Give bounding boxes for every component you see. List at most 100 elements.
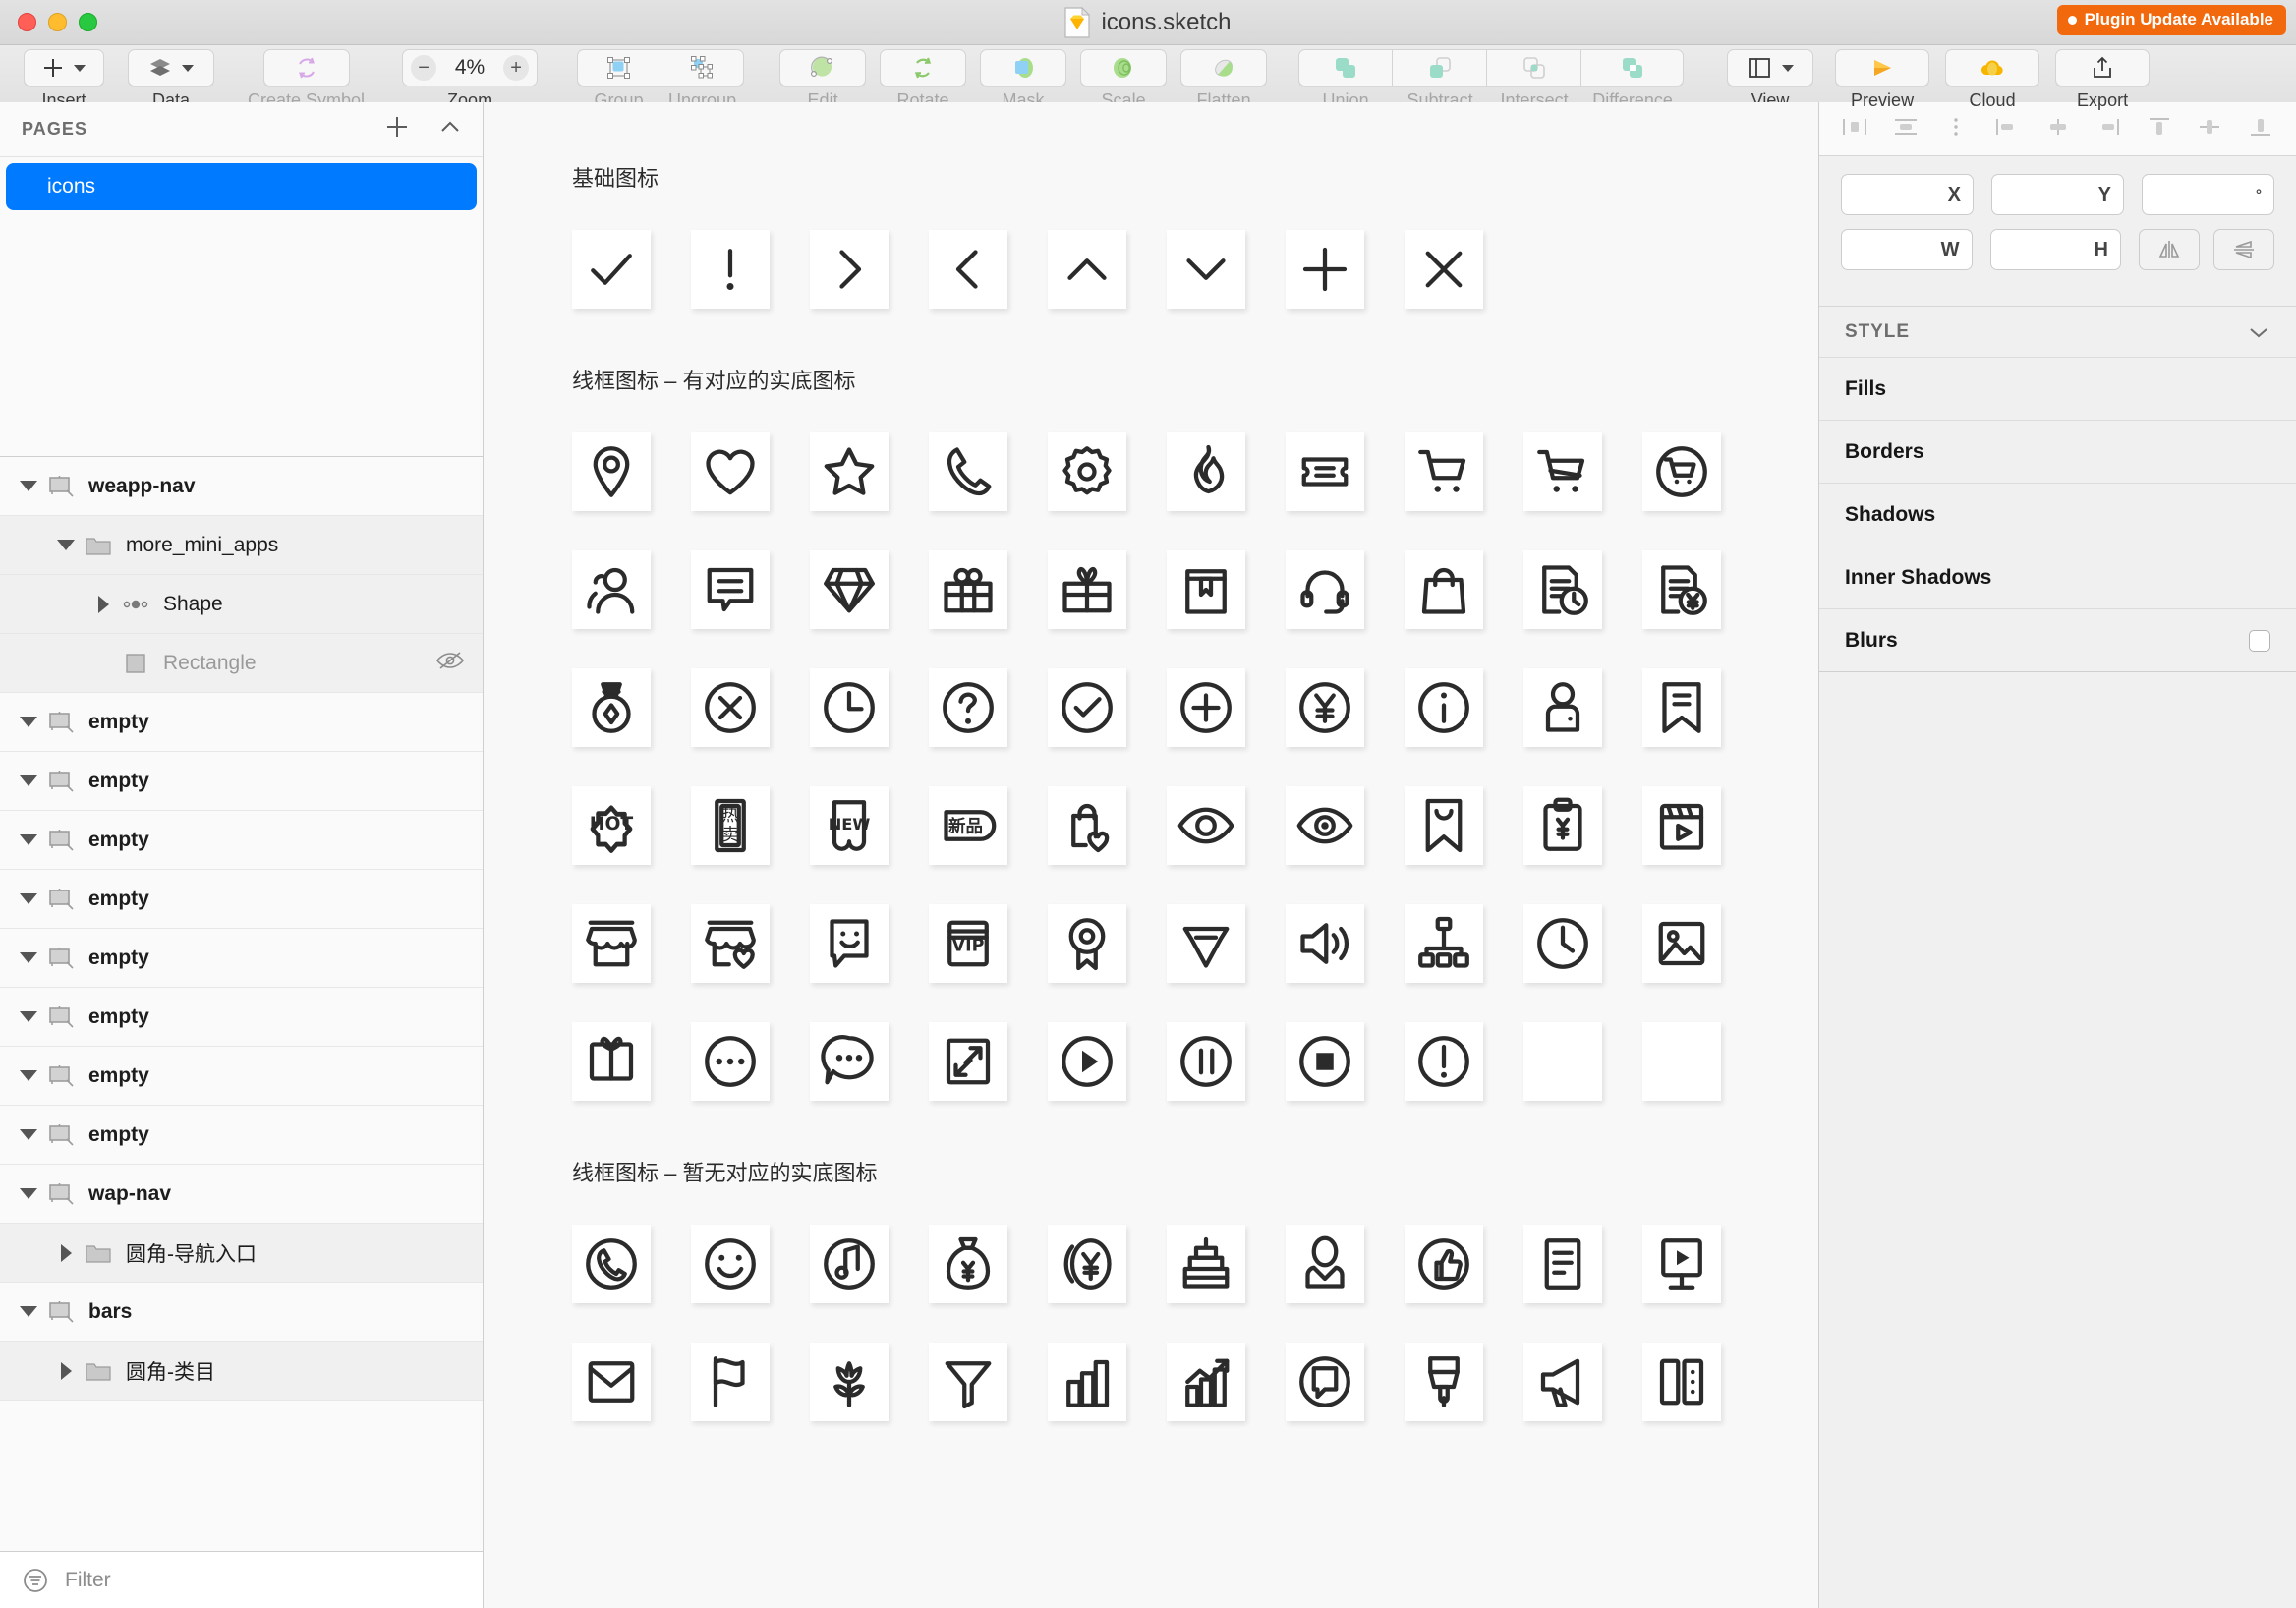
collapse-pages-button[interactable] [439,119,461,140]
icon-tile-megaphone[interactable] [1523,1343,1602,1421]
icon-tile-doc-clock[interactable] [1523,550,1602,629]
layer-row[interactable]: empty [0,870,483,929]
icon-tile-shop[interactable] [572,904,651,983]
icon-tile-bag-heart[interactable] [1048,786,1126,865]
layer-disclosure-toggle[interactable] [16,893,41,904]
icon-tile-chat-dots[interactable] [810,1022,889,1101]
icon-tile-expand[interactable] [929,1022,1007,1101]
icon-tile-comment[interactable] [691,550,770,629]
mask-button[interactable] [980,49,1066,86]
y-field[interactable]: Y [1991,174,2124,215]
add-page-button[interactable] [384,114,410,144]
cloud-button[interactable] [1945,49,2039,86]
icon-tile-plus[interactable] [1286,230,1364,309]
icon-tile-sitemap[interactable] [1405,904,1483,983]
icon-tile-chat-square-circle[interactable] [1286,1343,1364,1421]
layer-disclosure-toggle[interactable] [16,717,41,727]
icon-tile-ticket[interactable] [1286,432,1364,511]
layer-row[interactable]: more_mini_apps [0,516,483,575]
zoom-in-button[interactable]: + [503,55,529,81]
minimize-window-button[interactable] [48,13,67,31]
scale-button[interactable] [1080,49,1167,86]
style-section-header[interactable]: STYLE [1819,307,2296,358]
icon-tile-close-x[interactable] [1405,230,1483,309]
icon-tile-flame[interactable] [1167,432,1245,511]
flip-vertical-button[interactable] [2213,229,2274,270]
layer-disclosure-toggle[interactable] [16,481,41,491]
icon-tile-presentation[interactable] [1642,1225,1721,1303]
export-button[interactable] [2055,49,2150,86]
layer-filter-bar[interactable]: Filter [0,1551,483,1608]
icon-tile-funnel[interactable] [929,1343,1007,1421]
icon-tile-location-pin[interactable] [572,432,651,511]
icon-tile-chevron-down[interactable] [1167,230,1245,309]
icon-tile-music-circle[interactable] [810,1225,889,1303]
icon-tile-medal[interactable] [572,668,651,747]
icon-tile-gift-box[interactable] [929,550,1007,629]
icon-tile-smile-circle[interactable] [691,1225,770,1303]
layer-disclosure-toggle[interactable] [16,834,41,845]
icon-tile-clock-circle[interactable] [810,668,889,747]
layer-row[interactable]: empty [0,752,483,811]
layer-row[interactable]: bars [0,1283,483,1342]
icon-tile-badge-new[interactable]: NEW [810,786,889,865]
icon-tile-gift-ribbon[interactable] [1048,550,1126,629]
align-bottom-icon[interactable] [2247,115,2274,144]
icon-tile-yen-coin[interactable] [1048,1225,1126,1303]
layer-row[interactable]: wap-nav [0,1165,483,1224]
eye-off-icon[interactable] [435,650,465,677]
preview-button[interactable] [1835,49,1929,86]
icon-tile-user-card[interactable] [1523,668,1602,747]
icon-tile-image[interactable] [1642,904,1721,983]
zoom-control[interactable]: − 4% + [402,49,538,86]
rotate-button[interactable] [880,49,966,86]
icon-tile-list-lines[interactable] [1523,1225,1602,1303]
icon-tile-info-circle[interactable] [1405,668,1483,747]
page-item-icons[interactable]: icons [6,163,477,210]
toolbar-cloud[interactable]: Cloud [1945,49,2039,111]
icon-tile-star[interactable] [810,432,889,511]
style-row-checkbox[interactable] [2249,630,2270,652]
icon-tile-clipboard-yen[interactable] [1523,786,1602,865]
icon-tile-growth-chart[interactable] [1167,1343,1245,1421]
layer-disclosure-toggle[interactable] [16,1188,41,1199]
icon-tile-speaker[interactable] [1286,904,1364,983]
icon-tile-bookmark-lines[interactable] [1642,668,1721,747]
height-field[interactable]: H [1990,229,2122,270]
toolbar-export[interactable]: Export [2055,49,2150,111]
icon-tile-diamond[interactable] [810,550,889,629]
align-middle-icon[interactable] [2044,115,2072,144]
layer-row[interactable]: empty [0,811,483,870]
icon-tile-shop-heart[interactable] [691,904,770,983]
intersect-button[interactable] [1487,49,1581,86]
layer-disclosure-toggle[interactable] [16,1070,41,1081]
icon-tile-bookmark[interactable] [1405,786,1483,865]
rotation-field[interactable]: ° [2142,174,2274,215]
layer-disclosure-toggle[interactable] [16,1011,41,1022]
layer-row[interactable]: empty [0,1106,483,1165]
icon-tile-bar-chart[interactable] [1048,1343,1126,1421]
icon-tile-tag-minus[interactable] [1167,904,1245,983]
distribute-icon[interactable] [1942,115,1970,144]
layer-row[interactable]: Shape [0,575,483,634]
icon-tile-phone[interactable] [929,432,1007,511]
style-row-blurs[interactable]: Blurs [1819,609,2296,672]
align-left-icon[interactable] [1841,115,1868,144]
difference-button[interactable] [1581,49,1684,86]
insert-button[interactable] [24,49,104,86]
layer-row[interactable]: weapp-nav [0,457,483,516]
icon-tile-flag[interactable] [691,1343,770,1421]
icon-tile-clock[interactable] [1523,904,1602,983]
icon-tile-chevron-left[interactable] [929,230,1007,309]
layer-row[interactable]: Rectangle [0,634,483,693]
union-button[interactable] [1298,49,1393,86]
icon-tile-users[interactable] [572,550,651,629]
icon-tile-gear[interactable] [1048,432,1126,511]
icon-tile-cart[interactable] [1405,432,1483,511]
icon-tile-pause-circle[interactable] [1167,1022,1245,1101]
icon-tile-yen-circle[interactable] [1286,668,1364,747]
width-field[interactable]: W [1841,229,1973,270]
icon-tile-award[interactable] [1048,904,1126,983]
icon-tile-badge-rexiao[interactable]: 热卖 [691,786,770,865]
icon-tile-brush[interactable] [1405,1343,1483,1421]
